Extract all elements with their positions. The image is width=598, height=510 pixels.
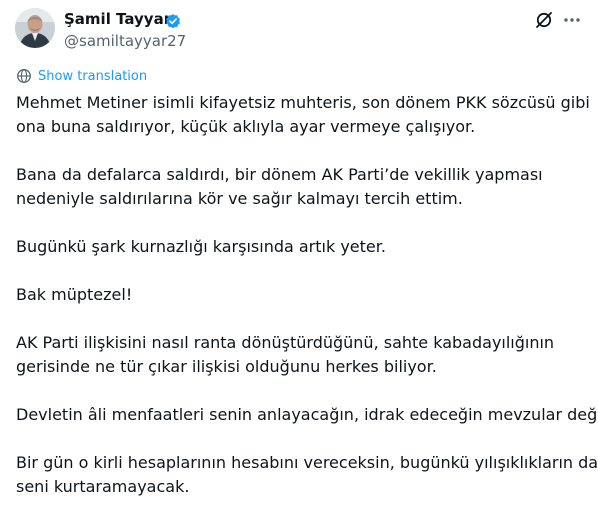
tweet-line: Bana da defalarca saldırdı, bir dönem AK… [16,165,543,184]
tweet: Şamil Tayyar @samiltayyar27 Show transla… [0,0,598,510]
tweet-line: Bugünkü şark kurnazlığı karşısında artık… [16,237,386,256]
more-horizontal-icon [564,18,580,22]
tweet-paragraph: Devletin âli menfaatleri senin anlayacağ… [16,403,598,427]
grok-button[interactable] [532,8,556,32]
tweet-line: nedeniyle saldırılarına kör ve sağır kal… [16,189,463,208]
tweet-line: Mehmet Metiner isimli kifayetsiz muhteri… [16,93,590,112]
tweet-paragraph: Bir gün o kirli hesaplarının hesabını ve… [16,451,598,499]
more-button[interactable] [560,8,584,32]
tweet-line: gerisinde ne tür çıkar ilişkisi olduğunu… [16,357,437,376]
tweet-line: Devletin âli menfaatleri senin anlayacağ… [16,405,598,424]
tweet-line: AK Parti ilişkisini nasıl ranta dönüştür… [16,333,555,352]
tweet-paragraph: Mehmet Metiner isimli kifayetsiz muhteri… [16,91,590,139]
tweet-paragraph: AK Parti ilişkisini nasıl ranta dönüştür… [16,331,586,379]
translate-globe-icon [17,69,31,83]
tweet-paragraph: Bana da defalarca saldırdı, bir dönem AK… [16,163,586,211]
tweet-text: Mehmet Metiner isimli kifayetsiz muhteri… [16,91,598,499]
handle[interactable]: @samiltayyar27 [64,31,186,51]
display-name[interactable]: Şamil Tayyar [64,9,171,29]
avatar[interactable] [15,8,55,48]
show-translation-link[interactable]: Show translation [16,67,147,85]
verified-badge-icon [166,14,180,29]
grok-icon [536,12,552,28]
tweet-paragraph: Bugünkü şark kurnazlığı karşısında artık… [16,235,586,259]
tweet-paragraph: Bak müptezel! [16,283,586,307]
avatar-image [15,8,55,48]
tweet-line: seni kurtaramayacak. [16,477,190,496]
show-translation-label[interactable]: Show translation [38,69,147,84]
tweet-line: Bak müptezel! [16,285,133,304]
tweet-line: ona buna saldırıyor, küçük aklıyla ayar … [16,117,476,136]
tweet-line: Bir gün o kirli hesaplarının hesabını ve… [16,453,598,472]
